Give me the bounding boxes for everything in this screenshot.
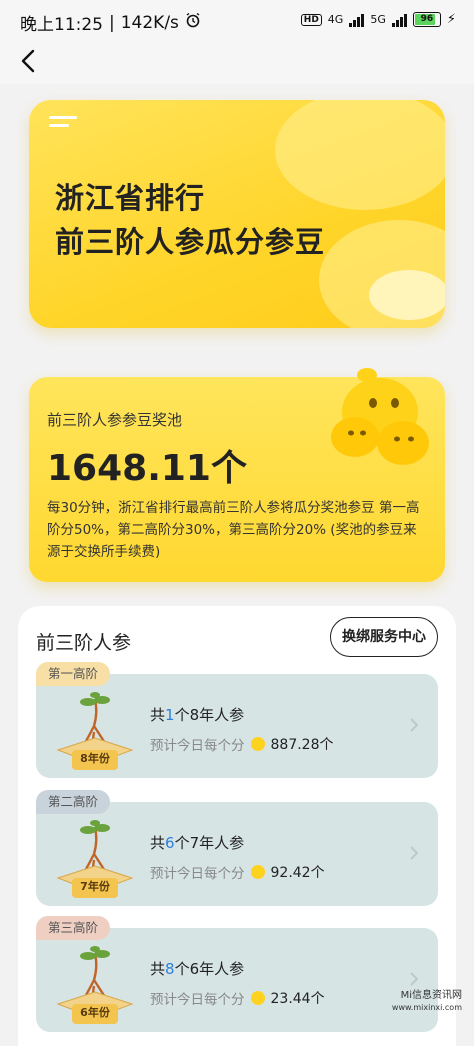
decor-bubble — [369, 270, 445, 320]
status-left: 晚上11:25 | 142K/s — [20, 10, 201, 35]
hero-title-line1: 浙江省排行 — [55, 181, 206, 215]
status-time: 晚上11:25 — [20, 15, 103, 35]
pool-amount: 1648.11个 — [47, 448, 247, 489]
signal-icon — [349, 13, 365, 27]
bean-coin-icon — [250, 865, 265, 879]
year-badge: 8年份 — [80, 752, 110, 765]
tier-estimate-text: 预计今日每个分 887.28个 — [150, 737, 334, 754]
bean-mascot-icon — [331, 368, 429, 465]
year-badge: 6年份 — [80, 1006, 110, 1019]
tier-count-text: 共6个7年人参 — [150, 834, 245, 852]
hero-title-line2: 前三阶人参瓜分参豆 — [55, 225, 326, 259]
chevron-left-icon — [21, 49, 35, 73]
tier-tag: 第一高阶 — [36, 662, 111, 686]
nav-bar — [0, 40, 474, 84]
back-button[interactable] — [14, 46, 44, 76]
charging-icon: ⚡ — [446, 12, 456, 27]
tier-estimate-text: 预计今日每个分 92.42个 — [150, 865, 325, 882]
chevron-right-icon — [410, 718, 419, 732]
tier-tag: 第三高阶 — [36, 916, 111, 940]
net-5g-label: 5G — [370, 13, 386, 26]
status-bar: 晚上11:25 | 142K/s HD 4G 5G 96 ⚡ — [0, 0, 474, 40]
signal-icon-2 — [391, 13, 407, 27]
ginseng-list-panel: 前三阶人参 换绑服务中心 第一高阶 8年份 共1个8年人参 预计今日每个分 88… — [18, 606, 456, 1046]
hd-badge: HD — [300, 13, 322, 26]
status-network-speed: 142K/s — [120, 12, 179, 33]
alarm-icon — [185, 12, 201, 33]
tier-card-2[interactable]: 第二高阶 7年份 共6个7年人参 预计今日每个分 92.42个 — [36, 790, 438, 906]
list-title: 前三阶人参 — [36, 632, 132, 654]
watermark: Mi信息资讯网 www.mixinxi.com — [391, 990, 462, 1012]
tier-count-text: 共1个8年人参 — [150, 706, 245, 724]
bean-coin-icon — [250, 991, 265, 1005]
tier-card-1[interactable]: 第一高阶 8年份 共1个8年人参 预计今日每个分 887.28个 — [36, 662, 438, 778]
chevron-right-icon — [410, 846, 419, 860]
tier-tag: 第二高阶 — [36, 790, 111, 814]
net-4g-label: 4G — [327, 13, 344, 26]
chevron-right-icon — [410, 972, 419, 986]
tier-estimate-text: 预计今日每个分 23.44个 — [150, 991, 325, 1008]
prize-pool-card: 前三阶人参参豆奖池 1648.11个 每30分钟，浙江省排行最高前三阶人参将瓜分… — [29, 368, 445, 582]
status-divider: | — [109, 12, 115, 33]
pool-description: 每30分钟，浙江省排行最高前三阶人参将瓜分奖池参豆 第一高阶分50%，第二高阶分… — [47, 500, 420, 560]
tier-card-3[interactable]: 第三高阶 6年份 共8个6年人参 预计今日每个分 23.44个 — [36, 916, 438, 1032]
rebind-service-center-button[interactable]: 换绑服务中心 — [330, 617, 438, 657]
bean-coin-icon — [250, 737, 265, 751]
tier-count-text: 共8个6年人参 — [150, 960, 245, 978]
hero-banner: 浙江省排行 前三阶人参瓜分参豆 — [29, 100, 445, 328]
hero-title: 浙江省排行 前三阶人参瓜分参豆 — [55, 176, 325, 264]
battery-icon: 96 — [412, 12, 441, 27]
year-badge: 7年份 — [80, 880, 110, 893]
menu-lines-icon — [49, 116, 77, 132]
status-right: HD 4G 5G 96 ⚡ — [300, 12, 456, 27]
pool-label: 前三阶人参参豆奖池 — [47, 411, 183, 429]
